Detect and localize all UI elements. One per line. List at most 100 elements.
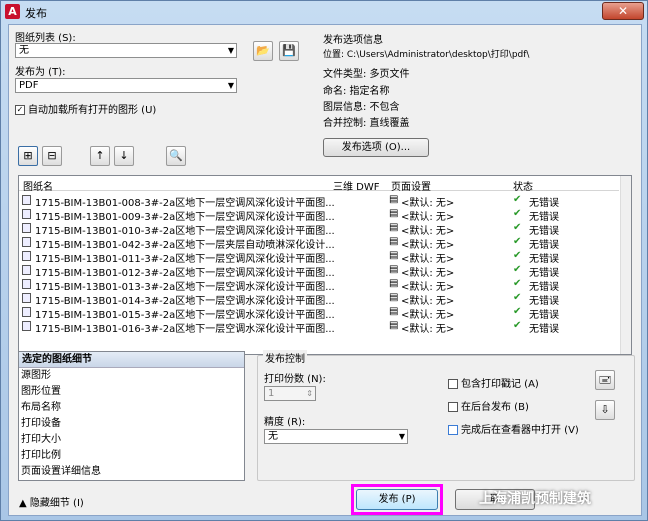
detail-item: 打印大小 xyxy=(21,434,61,445)
dialog-client: 图纸列表 (S): 无 ▼ 📂 💾 发布为 (T): PDF ▼ ✓ 自动加载所有打开… xyxy=(8,24,642,516)
spinner-arrows-icon: ⇕ xyxy=(306,389,313,398)
sheet-list-table[interactable]: 图纸名 三维 DWF 页面设置 状态 1715-BIM-13B01-008-3#… xyxy=(18,175,632,355)
sheet-icon xyxy=(22,251,31,261)
title-bar: A 发布 ✕ xyxy=(1,1,647,23)
include-stamp-checkbox[interactable] xyxy=(448,379,458,389)
details-title: 选定的图纸细节 xyxy=(19,352,244,368)
background-publish-row[interactable]: 在后台发布 (B) xyxy=(448,398,529,413)
sheet-list-label: 图纸列表 (S): xyxy=(15,33,76,44)
page-setup-icon: ▤ xyxy=(389,222,399,233)
check-icon: ✔ xyxy=(513,278,522,289)
sheet-icon xyxy=(22,293,31,303)
sheet-icon xyxy=(22,279,31,289)
table-row[interactable]: 1715-BIM-13B01-009-3#-2a区地下一层空调风深化设计平面图.… xyxy=(19,207,619,223)
open-viewer-checkbox[interactable] xyxy=(448,425,458,435)
table-row[interactable]: 1715-BIM-13B01-013-3#-2a区地下一层空调水深化设计平面图.… xyxy=(19,277,619,293)
plot-stamp-settings-button[interactable]: 🖃 xyxy=(595,370,615,390)
table-row[interactable]: 1715-BIM-13B01-014-3#-2a区地下一层空调水深化设计平面图.… xyxy=(19,291,619,307)
move-down-button[interactable]: ↓ xyxy=(114,146,134,166)
publish-to-label: 发布为 (T): xyxy=(15,67,66,78)
check-icon: ✔ xyxy=(513,320,522,331)
col-header-page-setup[interactable]: 页面设置 xyxy=(391,178,431,193)
col-header-dwf[interactable]: 三维 DWF xyxy=(333,178,380,193)
info-naming: 命名: 指定名称 xyxy=(323,86,390,97)
chevron-down-icon: ▼ xyxy=(227,46,234,55)
check-icon: ✔ xyxy=(513,292,522,303)
list-header: 图纸名 三维 DWF 页面设置 状态 xyxy=(19,176,619,193)
page-setup-icon: ▤ xyxy=(389,306,399,317)
table-row[interactable]: 1715-BIM-13B01-008-3#-2a区地下一层空调风深化设计平面图.… xyxy=(19,193,619,209)
detail-item: 打印比例 xyxy=(21,450,61,461)
move-down-icon: ↓ xyxy=(119,149,129,162)
add-sheet-icon: ⊞ xyxy=(23,149,33,162)
selected-sheet-details: 选定的图纸细节 源图形 图形位置 布局名称 打印设备 打印大小 打印比例 页面设… xyxy=(18,351,245,481)
page-setup-icon: ▤ xyxy=(389,250,399,261)
table-row[interactable]: 1715-BIM-13B01-015-3#-2a区地下一层空调水深化设计平面图.… xyxy=(19,305,619,321)
check-icon: ✔ xyxy=(513,208,522,219)
move-up-button[interactable]: ↑ xyxy=(90,146,110,166)
sheet-icon xyxy=(22,209,31,219)
watermark-text: 上海浦凯预制建筑 xyxy=(479,491,591,507)
load-sheet-list-button[interactable]: 📂 xyxy=(253,41,273,61)
autocad-app-icon: A xyxy=(5,4,20,19)
save-sheet-list-button[interactable]: 💾 xyxy=(279,41,299,61)
publish-to-value: PDF xyxy=(19,80,39,91)
detail-item: 布局名称 xyxy=(21,402,61,413)
page-setup-icon: ▤ xyxy=(389,320,399,331)
col-header-status[interactable]: 状态 xyxy=(513,178,533,193)
sheet-icon xyxy=(22,237,31,247)
info-merge: 合并控制: 直线覆盖 xyxy=(323,118,410,129)
hide-details-toggle[interactable]: ▲ 隐藏细节 (I) xyxy=(19,494,84,509)
publish-options-button[interactable]: 发布选项 (O)... xyxy=(323,138,429,157)
sheet-icon xyxy=(22,321,31,331)
move-up-icon: ↑ xyxy=(95,149,105,162)
chevron-down-icon: ▼ xyxy=(227,81,234,90)
annotation-highlight-box xyxy=(351,484,443,515)
info-layer: 图层信息: 不包含 xyxy=(323,102,400,113)
folder-icon: 📂 xyxy=(256,44,270,57)
precision-combo[interactable]: 无 ▼ xyxy=(264,429,408,444)
remove-sheet-icon: ⊟ xyxy=(47,149,57,162)
close-button[interactable]: ✕ xyxy=(602,2,644,20)
save-icon: 💾 xyxy=(282,44,296,57)
detail-item: 图形位置 xyxy=(21,386,61,397)
sheet-icon xyxy=(22,265,31,275)
page-setup-icon: ▤ xyxy=(389,292,399,303)
publish-control-group: 发布控制 打印份数 (N): 1 ⇕ 精度 (R): 无 ▼ 包含打印戳记 (A) … xyxy=(257,350,635,481)
detail-item: 打印设备 xyxy=(21,418,61,429)
table-row[interactable]: 1715-BIM-13B01-012-3#-2a区地下一层空调风深化设计平面图.… xyxy=(19,263,619,279)
page-down-icon: ⇩ xyxy=(600,403,610,416)
check-icon: ✔ xyxy=(513,236,522,247)
open-viewer-row[interactable]: 完成后在查看器中打开 (V) xyxy=(448,421,579,436)
page-setup-icon: ▤ xyxy=(389,264,399,275)
col-header-name[interactable]: 图纸名 xyxy=(23,178,53,193)
page-setup-icon: ▤ xyxy=(389,208,399,219)
background-settings-button[interactable]: ⇩ xyxy=(595,400,615,420)
check-icon: ✔ xyxy=(513,194,522,205)
info-location: 位置: C:\Users\Administrator\desktop\打印\pd… xyxy=(323,50,530,60)
window-title: 发布 xyxy=(25,7,47,20)
publish-to-combo[interactable]: PDF ▼ xyxy=(15,78,237,93)
auto-load-checkbox-row[interactable]: ✓ 自动加载所有打开的图形 (U) xyxy=(15,101,156,116)
table-row[interactable]: 1715-BIM-13B01-042-3#-2a区地下一层夹层自动喷淋深化设计.… xyxy=(19,235,619,251)
auto-load-checkbox[interactable]: ✓ xyxy=(15,105,25,115)
table-row[interactable]: 1715-BIM-13B01-011-3#-2a区地下一层空调风深化设计平面图.… xyxy=(19,249,619,265)
page-setup-icon: ▤ xyxy=(389,278,399,289)
copies-spinner[interactable]: 1 ⇕ xyxy=(264,386,316,401)
table-row[interactable]: 1715-BIM-13B01-016-3#-2a区地下一层空调水深化设计平面图.… xyxy=(19,319,619,335)
check-icon: ✔ xyxy=(513,222,522,233)
vertical-scrollbar[interactable] xyxy=(620,176,631,354)
check-icon: ✔ xyxy=(513,264,522,275)
background-publish-checkbox[interactable] xyxy=(448,402,458,412)
add-sheets-button[interactable]: ⊞ xyxy=(18,146,38,166)
remove-sheets-button[interactable]: ⊟ xyxy=(42,146,62,166)
sheet-icon xyxy=(22,195,31,205)
detail-item: 源图形 xyxy=(21,370,51,381)
preview-button[interactable]: 🔍 xyxy=(166,146,186,166)
magnifier-icon: 🔍 xyxy=(169,149,183,162)
include-stamp-row[interactable]: 包含打印戳记 (A) xyxy=(448,375,539,390)
auto-load-label: 自动加载所有打开的图形 (U) xyxy=(28,105,157,116)
page-setup-icon: ▤ xyxy=(389,194,399,205)
sheet-list-combo[interactable]: 无 ▼ xyxy=(15,43,237,58)
table-row[interactable]: 1715-BIM-13B01-010-3#-2a区地下一层空调风深化设计平面图.… xyxy=(19,221,619,237)
